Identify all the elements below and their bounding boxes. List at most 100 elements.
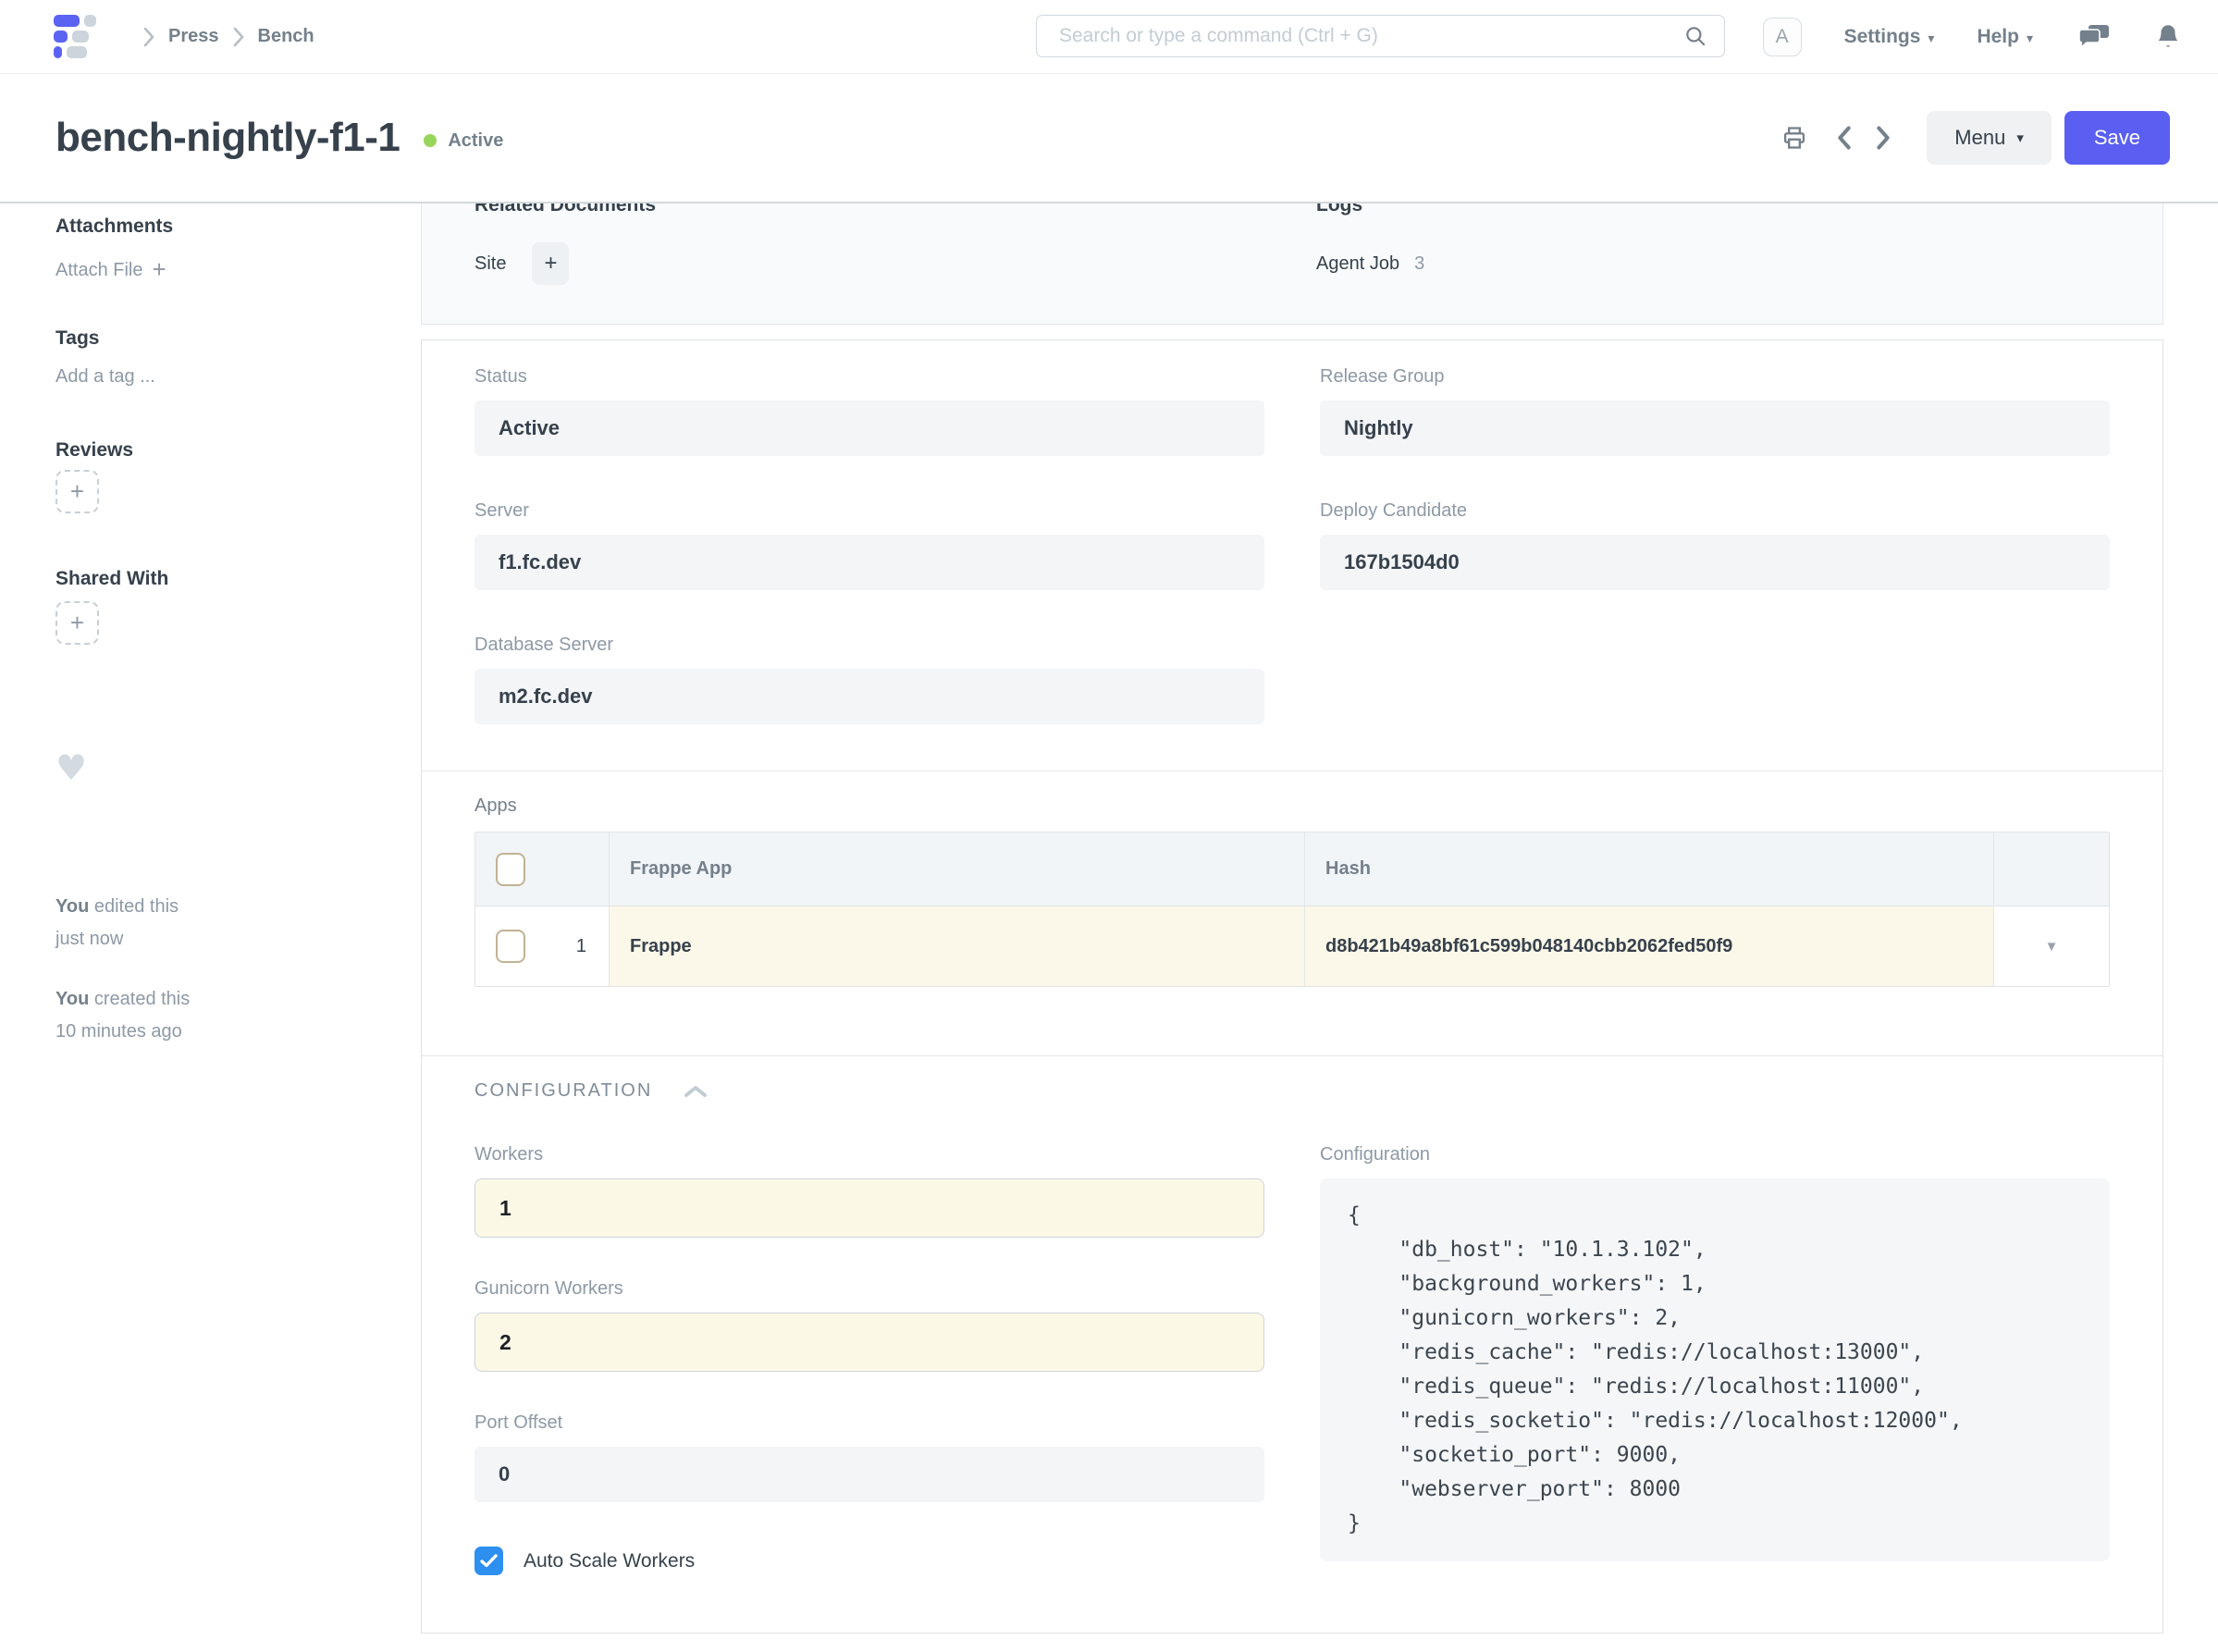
avatar[interactable]: A (1763, 18, 1802, 56)
like-heart-icon[interactable]: ♥ (55, 754, 393, 782)
auto-scale-checkbox[interactable] (474, 1547, 503, 1575)
attach-file-button[interactable]: Attach File+ (55, 257, 393, 282)
form-card: Status Active Release Group Nightly Serv… (421, 339, 2163, 1634)
release-group-field: Release Group Nightly (1320, 366, 2110, 456)
column-header-hash: Hash (1305, 832, 1994, 906)
settings-dropdown[interactable]: Settings▾ (1844, 26, 1935, 48)
apps-table: Frappe App Hash 1 Frappe d8b421b49a8bf61… (474, 832, 2110, 987)
add-tag-input[interactable]: Add a tag ... (55, 364, 393, 388)
select-all-checkbox[interactable] (496, 853, 525, 886)
deploy-candidate-label: Deploy Candidate (1320, 500, 2110, 522)
status-field: Status Active (474, 366, 1264, 456)
status-indicator-dot (424, 134, 437, 147)
global-search (1036, 15, 1725, 57)
breadcrumb-chevron-icon (232, 26, 245, 48)
configuration-section-toggle[interactable]: CONFIGURATION (474, 1080, 2110, 1102)
database-server-field: Database Server m2.fc.dev (474, 635, 1264, 724)
site-link[interactable]: Site (474, 253, 506, 275)
breadcrumb-press[interactable]: Press (168, 26, 219, 47)
server-input[interactable]: f1.fc.dev (474, 535, 1264, 590)
activity-edited: You edited this just now (55, 891, 393, 955)
plus-icon: + (70, 609, 84, 637)
activity-created: You created this 10 minutes ago (55, 983, 393, 1048)
chat-icon[interactable] (2077, 23, 2111, 51)
configuration-json-code: { "db_host": "10.1.3.102", "background_w… (1348, 1199, 2082, 1541)
auto-scale-label[interactable]: Auto Scale Workers (524, 1550, 695, 1572)
print-icon[interactable] (1775, 119, 1814, 156)
add-site-button[interactable]: + (532, 242, 569, 285)
breadcrumb-bench[interactable]: Bench (258, 26, 314, 47)
save-button[interactable]: Save (2064, 111, 2170, 165)
status-input[interactable]: Active (474, 401, 1264, 456)
chevron-down-icon: ▾ (2027, 31, 2033, 45)
chevron-down-icon: ▾ (2016, 129, 2024, 146)
auto-scale-workers-row[interactable]: Auto Scale Workers (474, 1547, 1264, 1575)
configuration-right-column: Configuration { "db_host": "10.1.3.102",… (1320, 1144, 2110, 1575)
form-sidebar: Attachments Attach File+ Tags Add a tag … (0, 203, 421, 1048)
app-cell[interactable]: Frappe (610, 906, 1305, 986)
breadcrumb-chevron-icon (142, 26, 155, 48)
logs-heading: Logs (1316, 203, 2158, 216)
database-server-input[interactable]: m2.fc.dev (474, 669, 1264, 724)
chevron-down-icon: ▾ (1928, 31, 1934, 45)
release-group-input[interactable]: Nightly (1320, 401, 2110, 456)
deploy-candidate-input[interactable]: 167b1504d0 (1320, 535, 2110, 590)
plus-icon: + (544, 251, 557, 276)
chevron-up-icon (684, 1085, 708, 1098)
form-dashboard: Related Documents Site + Logs Agent Job … (421, 203, 2163, 325)
plus-icon: + (152, 255, 166, 283)
workers-input[interactable]: 1 (474, 1178, 1264, 1238)
plus-icon: + (70, 477, 84, 506)
port-offset-label: Port Offset (474, 1412, 1264, 1434)
agent-job-link[interactable]: Agent Job (1316, 253, 1399, 275)
row-dropdown-icon[interactable]: ▼ (2045, 939, 2059, 955)
add-share-button[interactable]: + (55, 601, 99, 645)
workers-label: Workers (474, 1144, 1264, 1165)
configuration-preview-label: Configuration (1320, 1144, 2110, 1165)
hash-cell[interactable]: d8b421b49a8bf61c599b048140cbb2062fed50f9 (1305, 906, 1994, 986)
configuration-section-title: CONFIGURATION (474, 1080, 652, 1102)
page-head: bench-nightly-f1-1 Active Menu▾ Save (0, 74, 2218, 203)
details-section: Status Active Release Group Nightly Serv… (422, 340, 2163, 771)
status-badge: Active (448, 130, 503, 152)
tags-heading: Tags (55, 327, 393, 351)
row-checkbox[interactable] (496, 930, 525, 963)
agent-job-count: 3 (1414, 253, 1424, 275)
server-field: Server f1.fc.dev (474, 500, 1264, 590)
column-header-frappe-app: Frappe App (610, 832, 1305, 906)
prev-document-button[interactable] (1829, 119, 1860, 156)
help-dropdown[interactable]: Help▾ (1977, 26, 2033, 48)
database-server-label: Database Server (474, 635, 1264, 656)
apps-table-header: Frappe App Hash (475, 832, 2109, 906)
table-row: 1 Frappe d8b421b49a8bf61c599b048140cbb20… (475, 906, 2109, 986)
search-input[interactable] (1037, 25, 1683, 47)
status-label: Status (474, 366, 1264, 388)
avatar-letter: A (1776, 26, 1789, 48)
attachments-heading: Attachments (55, 215, 393, 239)
form-main: Related Documents Site + Logs Agent Job … (421, 203, 2163, 1634)
configuration-json-preview: { "db_host": "10.1.3.102", "background_w… (1320, 1178, 2110, 1561)
reviews-heading: Reviews (55, 438, 393, 462)
add-review-button[interactable]: + (55, 470, 99, 513)
apps-label: Apps (474, 795, 2110, 817)
search-icon[interactable] (1683, 24, 1707, 48)
menu-button[interactable]: Menu▾ (1927, 111, 2052, 165)
configuration-section: CONFIGURATION Workers 1 Gunicorn Workers… (422, 1056, 2163, 1633)
configuration-left-column: Workers 1 Gunicorn Workers 2 Port Offset… (474, 1144, 1264, 1575)
release-group-label: Release Group (1320, 366, 2110, 388)
top-navbar: Press Bench A Settings▾ Help▾ (0, 0, 2218, 74)
gunicorn-workers-input[interactable]: 2 (474, 1313, 1264, 1372)
related-documents-block: Related Documents Site + (474, 203, 1316, 324)
notifications-bell-icon[interactable] (2155, 23, 2181, 51)
shared-with-heading: Shared With (55, 567, 393, 591)
next-document-button[interactable] (1867, 119, 1899, 156)
page-title: bench-nightly-f1-1 (55, 115, 400, 161)
gunicorn-workers-label: Gunicorn Workers (474, 1278, 1264, 1300)
server-label: Server (474, 500, 1264, 522)
related-documents-heading: Related Documents (474, 203, 1316, 216)
logs-block: Logs Agent Job 3 (1316, 203, 2158, 324)
app-logo-icon[interactable] (54, 15, 96, 58)
row-index: 1 (576, 936, 588, 957)
deploy-candidate-field: Deploy Candidate 167b1504d0 (1320, 500, 2110, 590)
port-offset-input[interactable]: 0 (474, 1447, 1264, 1502)
